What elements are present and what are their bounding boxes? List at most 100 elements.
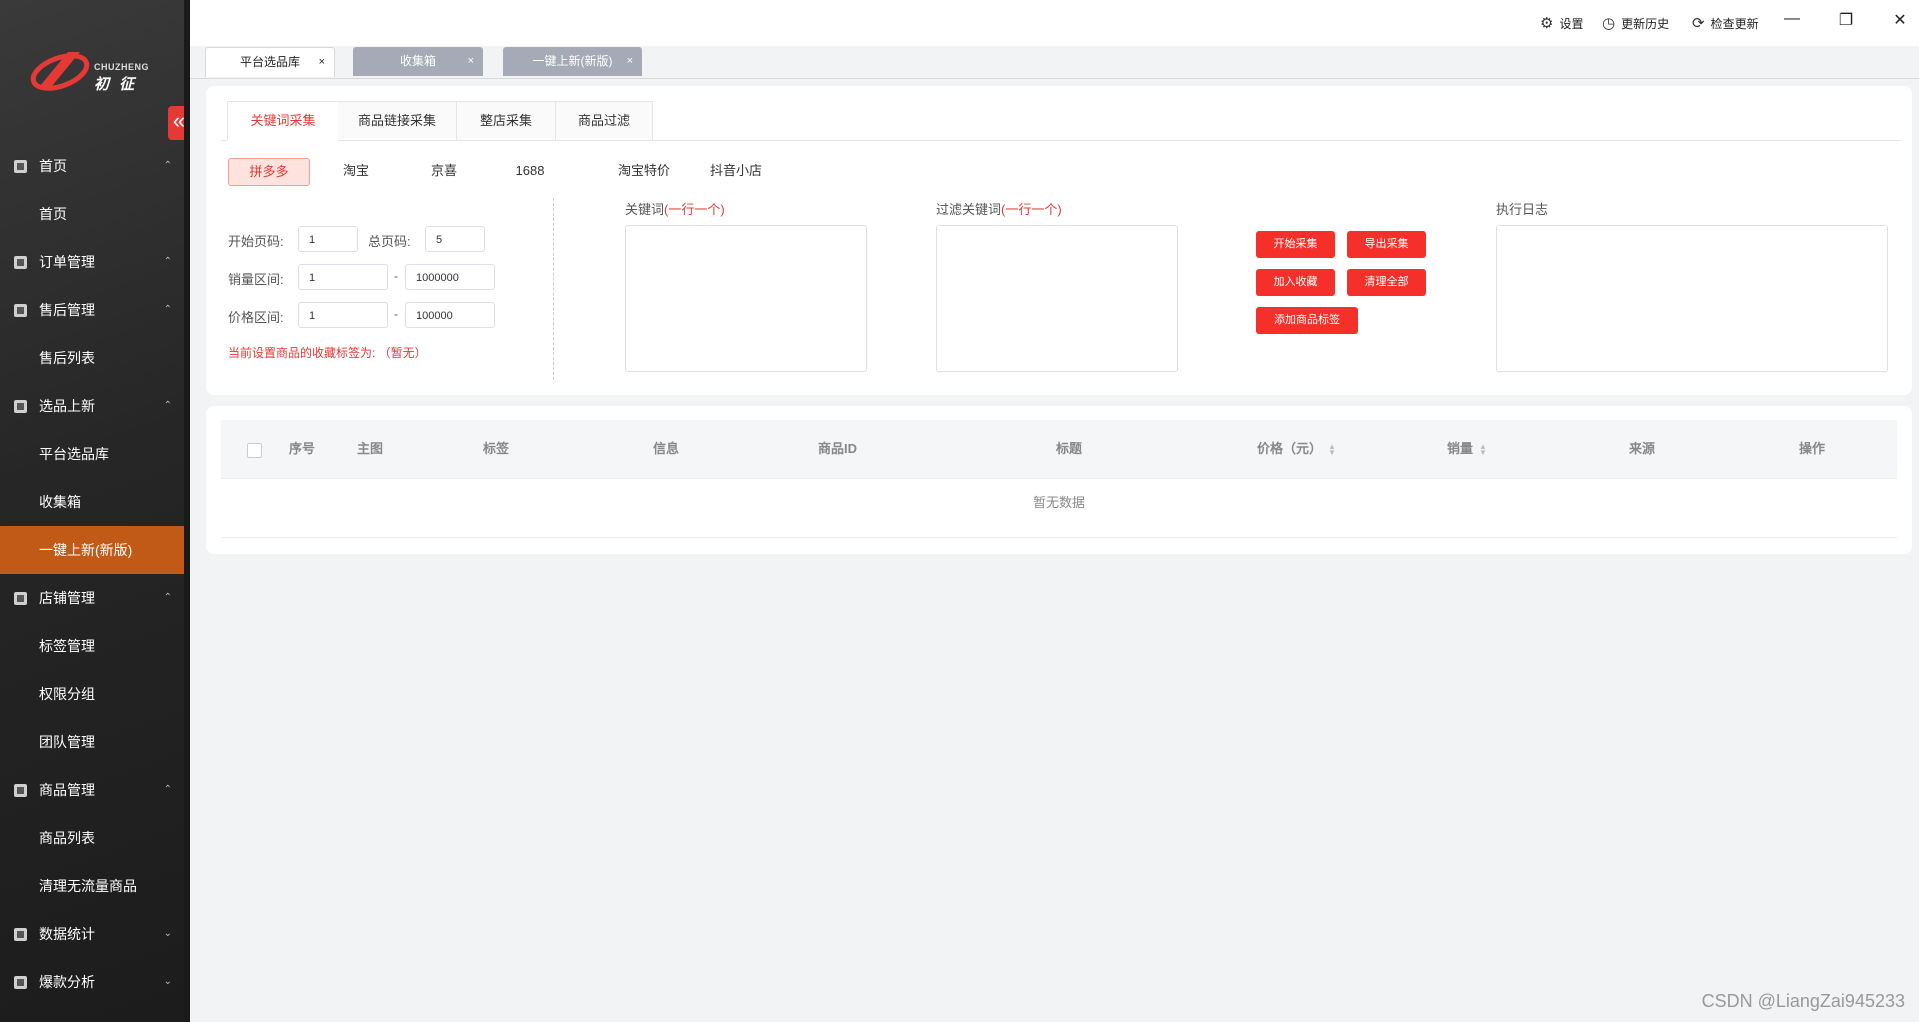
brand-name-en: CHUZHENG	[94, 62, 149, 72]
sidebar-item[interactable]: 爆款分析 ⌄	[0, 958, 184, 1006]
update-history-button[interactable]: ◷ 更新历史	[1602, 14, 1669, 32]
sidebar-item-label: 商品列表	[39, 830, 95, 846]
sidebar-item[interactable]: 订单管理 ⌃	[0, 238, 184, 286]
add-product-tag-button[interactable]: 添加商品标签	[1256, 307, 1358, 334]
sort-icon[interactable]: ▲ ▼	[1479, 442, 1487, 456]
sidebar-item[interactable]: 标签管理	[0, 622, 184, 670]
total-page-input[interactable]: 5	[425, 226, 485, 252]
platform-taobao-special[interactable]: 淘宝特价	[614, 158, 674, 184]
tab-label: 一键上新(新版)	[532, 54, 613, 68]
sidebar-item-label: 收集箱	[39, 494, 81, 510]
sidebar-item-label: 选品上新	[39, 398, 95, 414]
sidebar-item[interactable]: 选品上新 ⌃	[0, 382, 184, 430]
sales-max-input[interactable]: 1000000	[405, 264, 495, 290]
add-favorite-button[interactable]: 加入收藏	[1256, 269, 1335, 296]
tab-store-collect[interactable]: 整店采集	[457, 101, 556, 141]
close-tab-icon[interactable]: ×	[468, 47, 474, 76]
update-history-label: 更新历史	[1621, 16, 1670, 31]
chart-icon	[14, 160, 27, 173]
price-max-input[interactable]: 100000	[405, 302, 495, 328]
check-update-button[interactable]: ⟳ 检查更新	[1692, 14, 1759, 32]
price-min-input[interactable]: 1	[298, 302, 388, 328]
chevron-up-icon: ⌃	[163, 256, 172, 267]
results-panel: 序号 主图 标签 信息 商品ID 标题 价格（元） ▲ ▼ 销量 ▲ ▼ 来源 操作 暂…	[206, 406, 1912, 554]
sidebar-item[interactable]: 收集箱	[0, 478, 184, 526]
platform-jingxi[interactable]: 京喜	[424, 158, 464, 184]
table-header: 序号 主图 标签 信息 商品ID 标题 价格（元） ▲ ▼ 销量 ▲ ▼ 来源 操作	[221, 420, 1897, 479]
sidebar-item-label: 标签管理	[39, 638, 95, 654]
tab-keyword-collect[interactable]: 关键词采集	[227, 101, 339, 141]
keywords-label: 关键词(一行一个)	[625, 199, 725, 218]
settings-button[interactable]: ⚙ 设置	[1540, 14, 1583, 32]
platform-taobao[interactable]: 淘宝	[336, 158, 376, 184]
total-page-label: 总页码:	[368, 234, 411, 249]
execution-log-label: 执行日志	[1496, 202, 1549, 217]
sales-range-label: 销量区间:	[228, 272, 284, 287]
tab-collection-box[interactable]: 收集箱 ×	[353, 47, 483, 76]
check-update-label: 检查更新	[1710, 16, 1759, 31]
execution-log-box[interactable]	[1496, 225, 1888, 372]
platform-pinduoduo[interactable]: 拼多多	[228, 158, 310, 186]
filter-keywords-textarea[interactable]	[936, 225, 1178, 372]
sidebar-item[interactable]: 商品列表	[0, 814, 184, 862]
select-all-checkbox[interactable]	[247, 443, 262, 458]
sidebar-item-label: 店铺管理	[39, 590, 95, 606]
minimize-button[interactable]: —	[1780, 10, 1804, 28]
col-info: 信息	[653, 441, 680, 456]
clear-all-button[interactable]: 清理全部	[1347, 269, 1426, 296]
sidebar-item[interactable]: 平台选品库	[0, 430, 184, 478]
sidebar-item[interactable]: 清理无流量商品	[0, 862, 184, 910]
platform-douyin[interactable]: 抖音小店	[706, 158, 766, 184]
col-price[interactable]: 价格（元） ▲ ▼	[1257, 420, 1336, 478]
sales-min-input[interactable]: 1	[298, 264, 388, 290]
close-window-button[interactable]: ✕	[1888, 10, 1912, 30]
sidebar-item-label: 平台选品库	[39, 446, 109, 462]
goods-icon	[14, 784, 27, 797]
sidebar-item[interactable]: 商品管理 ⌃	[0, 766, 184, 814]
brand-logo: CHUZHENG 初 征	[28, 42, 168, 98]
select-icon	[14, 400, 27, 413]
sidebar-item-label: 团队管理	[39, 734, 95, 750]
tab-platform-library[interactable]: 平台选品库 ×	[205, 47, 335, 77]
sidebar-item[interactable]: 售后列表	[0, 334, 184, 382]
tab-product-filter[interactable]: 商品过滤	[556, 101, 653, 141]
filter-keywords-hint: (一行一个)	[1001, 202, 1062, 217]
sidebar-item[interactable]: 首页	[0, 190, 184, 238]
chevron-up-icon: ⌃	[163, 304, 172, 315]
collection-mode-tabs: 关键词采集 商品链接采集 整店采集 商品过滤	[221, 101, 1901, 141]
sidebar-item[interactable]: 一键上新(新版)	[0, 526, 184, 574]
close-tab-icon[interactable]: ×	[319, 48, 325, 77]
settings-label: 设置	[1559, 16, 1584, 31]
platform-1688[interactable]: 1688	[510, 158, 550, 184]
start-page-input[interactable]: 1	[298, 226, 358, 252]
sidebar-item[interactable]: 首页 ⌃	[0, 142, 184, 190]
sidebar-menu: 首页 ⌃ 首页 订单管理 ⌃ 售后管理 ⌃ 售后列表 选品上新 ⌃ 平台选品库 收集箱 一键上新(新版)…	[0, 142, 184, 1006]
col-actions: 操作	[1799, 441, 1826, 456]
keywords-label-text: 关键词	[625, 202, 665, 217]
restore-button[interactable]: ❐	[1834, 10, 1858, 30]
keywords-textarea[interactable]	[625, 225, 867, 372]
stats-icon	[14, 928, 27, 941]
sidebar-item[interactable]: 店铺管理 ⌃	[0, 574, 184, 622]
refresh-icon: ⟳	[1692, 15, 1705, 32]
document-icon	[14, 256, 27, 269]
start-collect-button[interactable]: 开始采集	[1256, 231, 1335, 258]
sidebar-item[interactable]: 数据统计 ⌄	[0, 910, 184, 958]
sidebar-item-label: 首页	[39, 206, 67, 222]
favorite-tag-note: 当前设置商品的收藏标签为: （暂无）	[228, 346, 427, 360]
tab-link-collect[interactable]: 商品链接采集	[338, 101, 457, 141]
gear-icon: ⚙	[1540, 15, 1554, 32]
col-sales[interactable]: 销量 ▲ ▼	[1447, 420, 1487, 478]
sidebar-item-label: 订单管理	[39, 254, 95, 270]
filter-keywords-label-text: 过滤关键词	[936, 202, 1002, 217]
sort-icon[interactable]: ▲ ▼	[1328, 442, 1336, 456]
sidebar-item-label: 商品管理	[39, 782, 95, 798]
export-collect-button[interactable]: 导出采集	[1347, 231, 1426, 258]
sidebar-scrollbar[interactable]	[184, 0, 190, 1022]
close-tab-icon[interactable]: ×	[627, 47, 633, 76]
sidebar-item[interactable]: 售后管理 ⌃	[0, 286, 184, 334]
tab-one-click-listing[interactable]: 一键上新(新版) ×	[503, 47, 642, 76]
sidebar-item[interactable]: 团队管理	[0, 718, 184, 766]
sidebar-item[interactable]: 权限分组	[0, 670, 184, 718]
sidebar-item-label: 售后管理	[39, 302, 95, 318]
